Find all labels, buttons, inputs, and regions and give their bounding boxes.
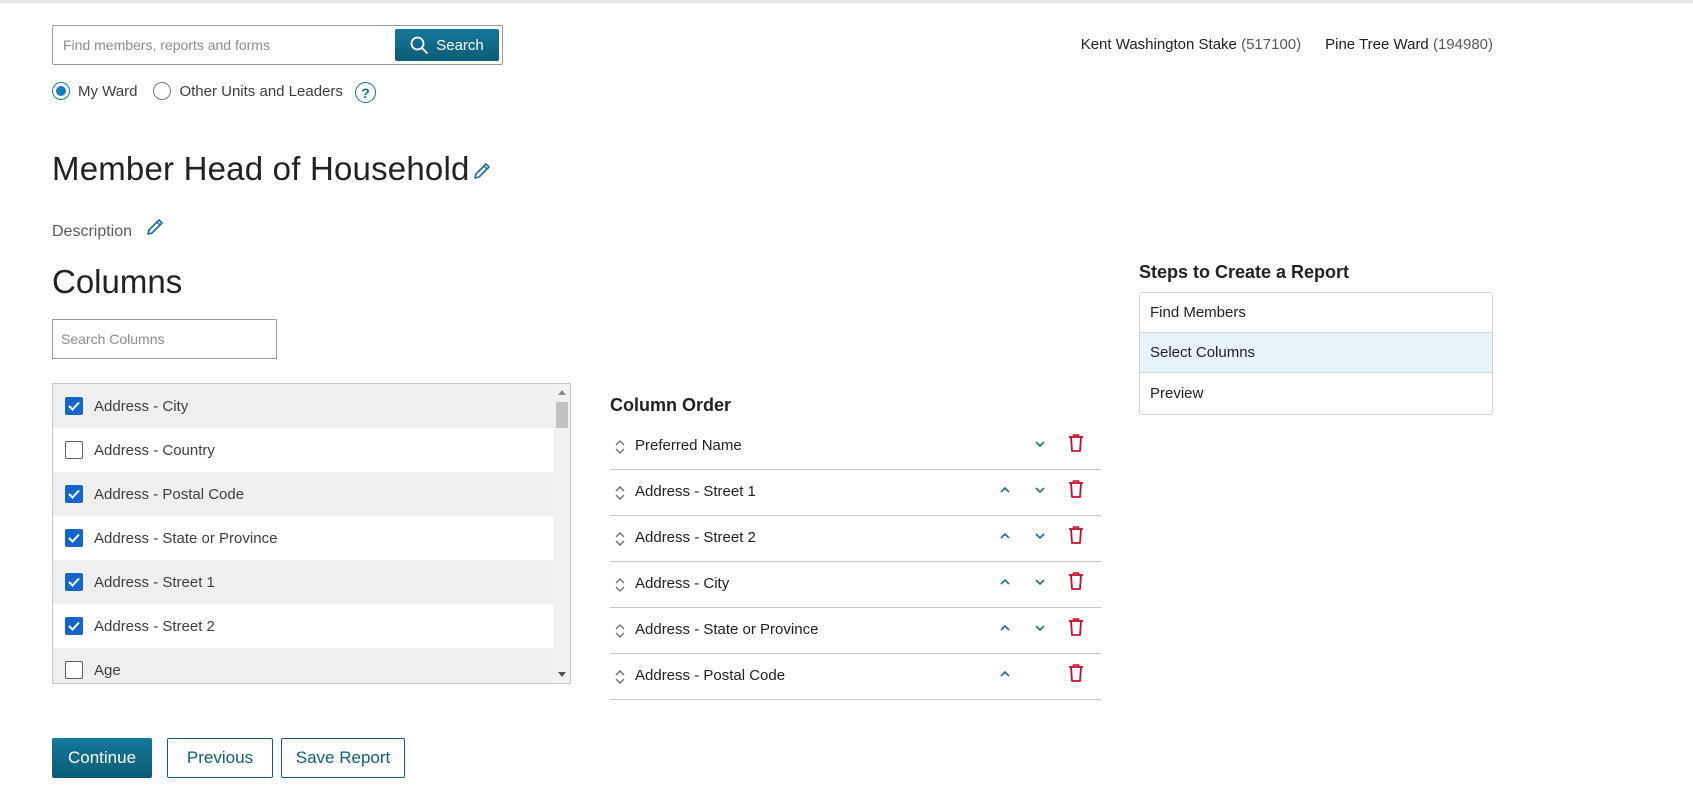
checkbox-checked[interactable] <box>65 617 83 635</box>
column-order-label: Address - City <box>635 575 730 592</box>
radio-other-units[interactable] <box>153 82 172 100</box>
delete-trash-icon[interactable] <box>1068 479 1084 503</box>
global-search: Search <box>52 25 503 65</box>
move-up-chevron-icon[interactable] <box>998 483 1012 501</box>
drag-handle-icon[interactable] <box>614 622 626 644</box>
column-label: Address - Street 2 <box>94 617 215 635</box>
columns-heading: Columns <box>52 263 183 300</box>
radio-my-ward[interactable] <box>52 82 70 100</box>
edit-description-pencil-icon[interactable] <box>145 217 165 242</box>
column-order-row[interactable]: Address - Street 2 <box>610 516 1101 562</box>
list-scrollbar[interactable] <box>554 384 570 683</box>
scroll-down-arrow-icon[interactable] <box>558 672 566 677</box>
previous-button[interactable]: Previous <box>167 738 273 778</box>
list-item[interactable]: Address - City <box>53 384 555 428</box>
column-order-row[interactable]: Preferred Name <box>610 424 1101 470</box>
column-label: Address - Street 1 <box>94 573 215 591</box>
checkbox-checked[interactable] <box>65 485 83 503</box>
delete-trash-icon[interactable] <box>1068 433 1084 457</box>
drag-handle-icon[interactable] <box>614 576 626 598</box>
steps-panel: Find Members Select Columns Preview <box>1139 292 1493 415</box>
checkbox-unchecked[interactable] <box>65 661 83 679</box>
question-circle-icon[interactable]: ? <box>355 82 376 103</box>
radio-other-units-label[interactable]: Other Units and Leaders <box>179 83 342 100</box>
search-input[interactable] <box>61 34 391 56</box>
unit-info: Kent Washington Stake (517100) Pine Tree… <box>1081 36 1493 53</box>
list-item[interactable]: Address - State or Province <box>53 516 555 560</box>
delete-trash-icon[interactable] <box>1068 525 1084 549</box>
description-label: Description <box>52 223 133 240</box>
list-item[interactable]: Address - Postal Code <box>53 472 555 516</box>
ward-number: (194980) <box>1432 36 1493 53</box>
continue-button[interactable]: Continue <box>52 738 152 778</box>
scroll-up-arrow-icon[interactable] <box>558 390 566 395</box>
move-down-chevron-icon[interactable] <box>1033 621 1047 639</box>
step-find-members[interactable]: Find Members <box>1140 293 1492 333</box>
column-order-label: Address - State or Province <box>635 621 819 638</box>
list-item[interactable]: Address - Country <box>53 428 555 472</box>
column-order-label: Address - Street 1 <box>635 483 756 500</box>
column-order-label: Preferred Name <box>635 437 742 454</box>
checkbox-checked[interactable] <box>65 397 83 415</box>
steps-heading: Steps to Create a Report <box>1139 262 1350 282</box>
search-columns-input[interactable] <box>52 319 277 359</box>
ward-info: Pine Tree Ward (194980) <box>1325 36 1493 53</box>
step-select-columns[interactable]: Select Columns <box>1140 333 1492 373</box>
list-item[interactable]: Address - Street 1 <box>53 560 555 604</box>
move-down-chevron-icon[interactable] <box>1033 529 1047 547</box>
edit-title-pencil-icon[interactable] <box>472 161 492 186</box>
stake-name: Kent Washington Stake <box>1080 36 1237 53</box>
top-border <box>0 0 1693 3</box>
checkbox-unchecked[interactable] <box>65 441 83 459</box>
column-order-row[interactable]: Address - City <box>610 562 1101 608</box>
drag-handle-icon[interactable] <box>614 484 626 506</box>
move-up-chevron-icon[interactable] <box>998 621 1012 639</box>
search-button-label: Search <box>436 36 484 54</box>
step-preview[interactable]: Preview <box>1140 373 1492 413</box>
move-up-chevron-icon[interactable] <box>998 529 1012 547</box>
search-button[interactable]: Search <box>395 29 499 61</box>
column-order-row[interactable]: Address - Street 1 <box>610 470 1101 516</box>
drag-handle-icon[interactable] <box>614 438 626 460</box>
delete-trash-icon[interactable] <box>1068 617 1084 641</box>
column-order-label: Address - Street 2 <box>635 529 756 546</box>
delete-trash-icon[interactable] <box>1068 571 1084 595</box>
checkbox-checked[interactable] <box>65 573 83 591</box>
search-icon <box>410 36 429 54</box>
scope-selector: My Ward Other Units and Leaders <box>52 80 359 102</box>
column-checklist: Address - City Address - Country Address… <box>52 383 571 684</box>
column-order-label: Address - Postal Code <box>635 667 786 684</box>
column-label: Address - Postal Code <box>94 485 245 503</box>
page-title: Member Head of Household <box>52 150 470 187</box>
move-down-chevron-icon[interactable] <box>1033 575 1047 593</box>
move-up-chevron-icon[interactable] <box>998 667 1012 685</box>
stake-info: Kent Washington Stake (517100) <box>1081 36 1301 53</box>
save-report-button[interactable]: Save Report <box>281 738 405 778</box>
column-label: Address - State or Province <box>94 529 278 547</box>
column-order-heading: Column Order <box>610 395 732 415</box>
delete-trash-icon[interactable] <box>1068 663 1084 687</box>
ward-name: Pine Tree Ward <box>1325 36 1429 53</box>
stake-number: (517100) <box>1241 36 1302 53</box>
list-item[interactable]: Address - Street 2 <box>53 604 555 648</box>
checkbox-checked[interactable] <box>65 529 83 547</box>
column-label: Age <box>94 661 121 679</box>
move-up-chevron-icon[interactable] <box>998 575 1012 593</box>
drag-handle-icon[interactable] <box>614 668 626 690</box>
column-label: Address - City <box>94 397 189 415</box>
drag-handle-icon[interactable] <box>614 530 626 552</box>
column-order-row[interactable]: Address - State or Province <box>610 608 1101 654</box>
move-down-chevron-icon[interactable] <box>1033 437 1047 455</box>
list-item[interactable]: Age <box>53 648 555 683</box>
radio-my-ward-label[interactable]: My Ward <box>78 83 137 100</box>
column-label: Address - Country <box>94 441 215 459</box>
column-order-row[interactable]: Address - Postal Code <box>610 654 1101 700</box>
scroll-thumb[interactable] <box>556 402 568 428</box>
move-down-chevron-icon[interactable] <box>1033 483 1047 501</box>
